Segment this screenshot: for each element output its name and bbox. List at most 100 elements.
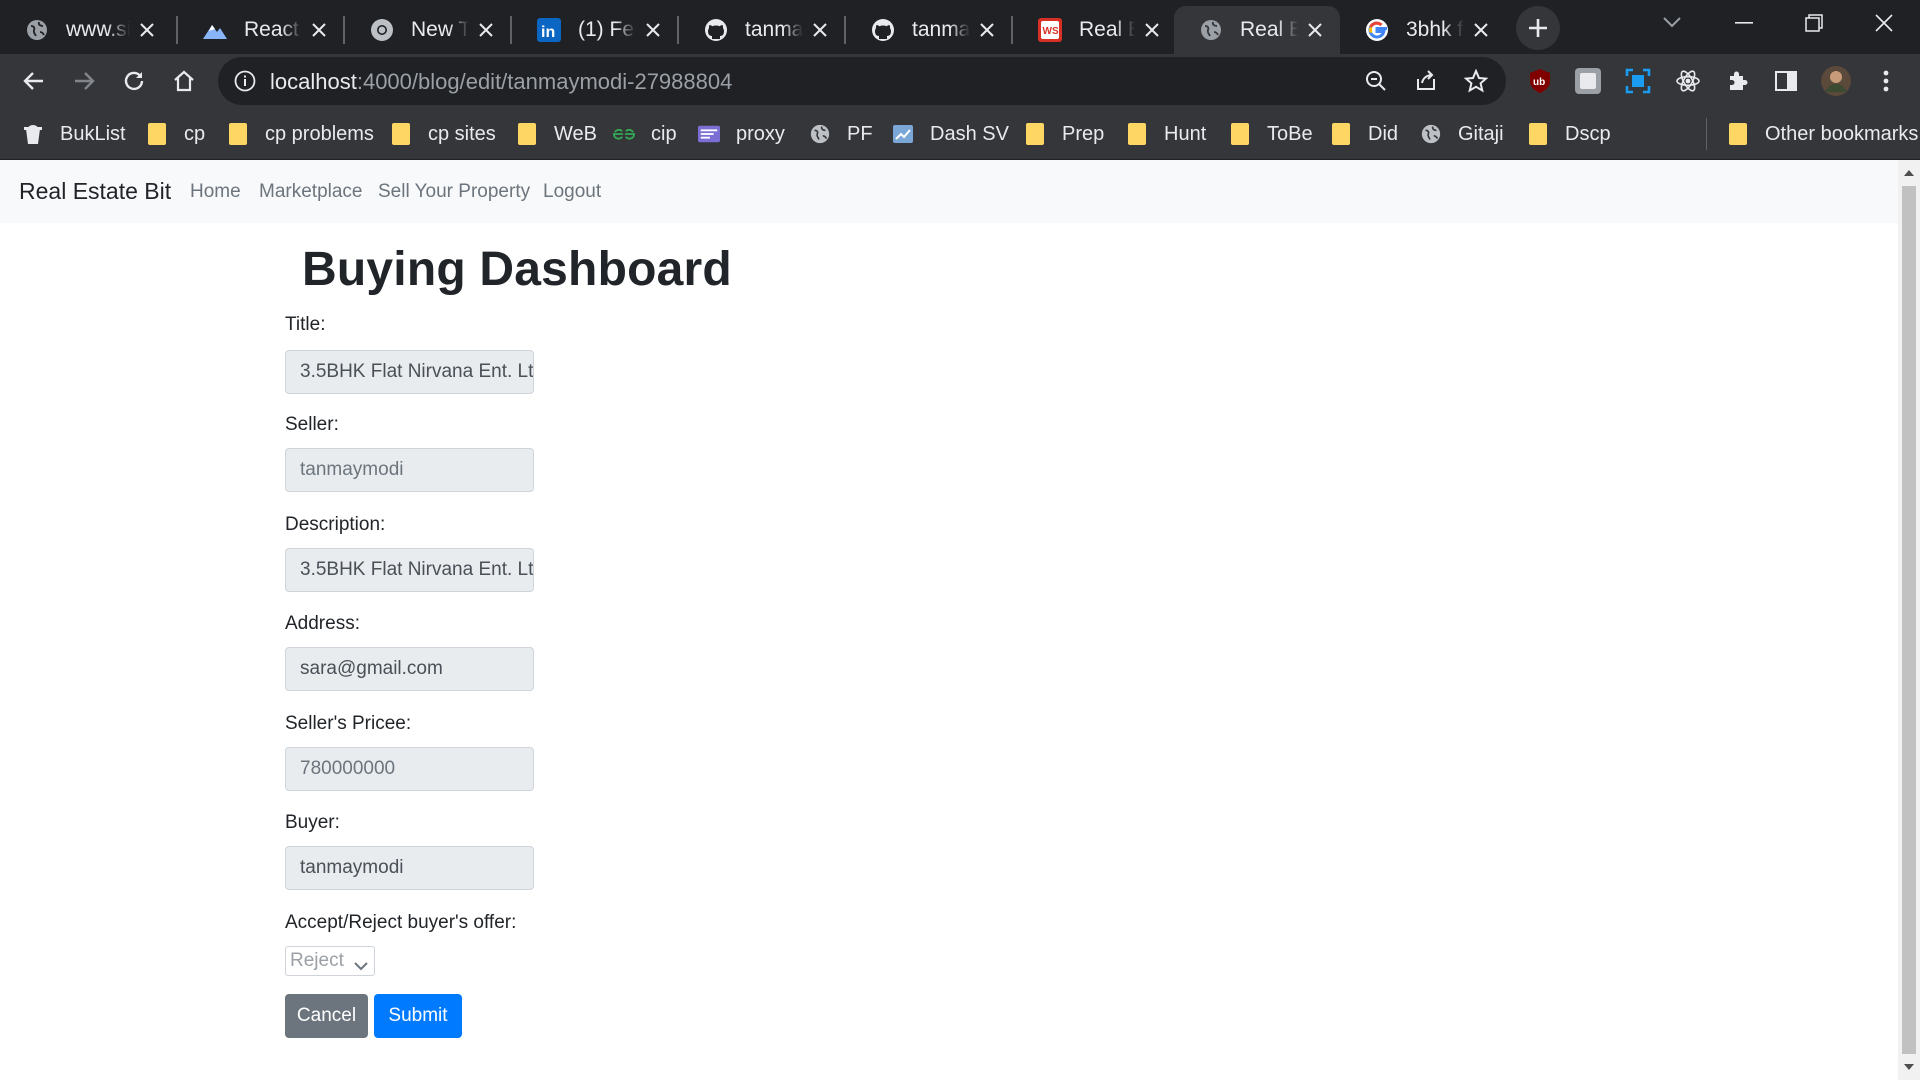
bookmark-folder[interactable]: ToBe	[1229, 118, 1313, 150]
profile-button[interactable]	[1816, 61, 1856, 101]
bookmark-label: cp problems	[265, 122, 374, 145]
address-label: Address:	[285, 613, 360, 634]
browser-tab[interactable]: WS Real Est	[1013, 6, 1177, 54]
browser-tab-active[interactable]: Real Est	[1174, 6, 1340, 54]
back-button[interactable]	[14, 61, 54, 101]
bookmark-label: Did	[1368, 122, 1399, 145]
close-icon[interactable]	[809, 19, 831, 41]
close-icon[interactable]	[136, 19, 158, 41]
react-devtools-button[interactable]	[1668, 61, 1708, 101]
browser-tab[interactable]: New Tab	[345, 6, 511, 54]
title-field[interactable]: 3.5BHK Flat Nirvana Ent. Ltd	[285, 350, 534, 394]
bookmark-label: Dscp	[1565, 122, 1611, 145]
bookmark-item[interactable]: BukList	[22, 118, 126, 150]
close-window-button[interactable]	[1848, 0, 1920, 46]
star-icon[interactable]	[1456, 61, 1496, 101]
bookmark-label: Other bookmarks	[1765, 122, 1919, 145]
bookmark-folder[interactable]: WeB	[516, 118, 597, 150]
seller-field[interactable]: tanmaymodi	[285, 448, 534, 492]
side-panel-button[interactable]	[1766, 61, 1806, 101]
restore-button[interactable]	[1778, 0, 1850, 46]
bookmark-folder[interactable]: Dscp	[1527, 118, 1611, 150]
tab-title: Real Est	[1079, 18, 1135, 41]
nav-link-home[interactable]: Home	[190, 181, 241, 203]
minimize-button[interactable]	[1708, 0, 1780, 46]
close-icon[interactable]	[1141, 19, 1163, 41]
buyer-field[interactable]: tanmaymodi	[285, 846, 534, 890]
scroll-up-icon[interactable]	[1904, 170, 1914, 176]
zoom-icon[interactable]	[1356, 61, 1396, 101]
bookmark-label: Dash SV	[930, 122, 1009, 145]
github-icon	[703, 17, 729, 43]
bookmark-folder[interactable]: Hunt	[1126, 118, 1206, 150]
globe-icon	[1420, 123, 1442, 145]
bookmark-folder[interactable]: Prep	[1024, 118, 1104, 150]
scroll-down-icon[interactable]	[1904, 1064, 1914, 1070]
folder-icon	[227, 123, 249, 145]
bookmark-item[interactable]: cip	[613, 118, 677, 150]
globe-icon	[809, 123, 831, 145]
reload-button[interactable]	[114, 61, 154, 101]
cancel-button[interactable]: Cancel	[285, 994, 368, 1038]
bookmark-label: WeB	[554, 122, 597, 145]
info-icon[interactable]	[234, 70, 256, 97]
bookmark-item[interactable]: Dash SV	[892, 118, 1009, 150]
bookmark-label: proxy	[736, 122, 785, 145]
mountain-icon	[202, 17, 228, 43]
scrollbar-thumb[interactable]	[1902, 186, 1916, 1054]
browser-tab[interactable]: 3bhk fla	[1340, 6, 1506, 54]
tab-title: www.sim	[66, 18, 130, 41]
bookmark-item[interactable]: proxy	[698, 118, 785, 150]
share-icon[interactable]	[1406, 61, 1446, 101]
url-host: localhost	[270, 69, 357, 94]
gfg-icon	[613, 123, 635, 145]
tab-search-button[interactable]	[1636, 0, 1708, 46]
close-icon[interactable]	[475, 19, 497, 41]
new-tab-button[interactable]	[1516, 6, 1560, 50]
bookmark-folder[interactable]: cp	[146, 118, 205, 150]
bookmark-label: cp sites	[428, 122, 496, 145]
bookmark-folder[interactable]: cp sites	[390, 118, 496, 150]
browser-tab[interactable]: tanmayn	[679, 6, 845, 54]
browser-tab[interactable]: React In	[178, 6, 344, 54]
submit-button[interactable]: Submit	[374, 994, 462, 1038]
tab-title: Real Est	[1240, 18, 1298, 41]
github-icon	[870, 17, 896, 43]
extension-button[interactable]	[1568, 61, 1608, 101]
screenshot-extension-button[interactable]	[1618, 61, 1658, 101]
react-icon	[1676, 70, 1700, 92]
close-icon[interactable]	[642, 19, 664, 41]
browser-tab[interactable]: tanmayn	[846, 6, 1012, 54]
site-brand[interactable]: Real Estate Bit	[19, 178, 171, 205]
bookmark-folder[interactable]: Did	[1330, 118, 1398, 150]
nav-link-marketplace[interactable]: Marketplace	[259, 181, 363, 203]
bookmark-item[interactable]: Gitaji	[1420, 118, 1504, 150]
close-icon[interactable]	[1470, 19, 1492, 41]
minimize-icon	[1735, 22, 1753, 24]
title-label: Title:	[285, 314, 326, 335]
vertical-scrollbar[interactable]	[1898, 160, 1920, 1080]
menu-button[interactable]	[1866, 61, 1906, 101]
close-icon[interactable]	[1304, 19, 1326, 41]
forward-button[interactable]	[64, 61, 104, 101]
nav-link-logout[interactable]: Logout	[543, 181, 601, 203]
address-field[interactable]: sara@gmail.com	[285, 647, 534, 691]
browser-tab[interactable]: in (1) Feed	[512, 6, 678, 54]
arrow-right-icon	[75, 72, 95, 90]
bookmark-item[interactable]: PF	[809, 118, 873, 150]
decision-select[interactable]: Reject	[285, 946, 375, 976]
close-icon[interactable]	[976, 19, 998, 41]
browser-tab[interactable]: www.sim	[0, 6, 172, 54]
extensions-button[interactable]	[1718, 61, 1758, 101]
tab-title: (1) Feed	[578, 18, 636, 41]
page-title: Buying Dashboard	[302, 243, 732, 296]
address-bar[interactable]: localhost:4000/blog/edit/tanmaymodi-2798…	[218, 57, 1506, 105]
bookmark-folder[interactable]: cp problems	[227, 118, 374, 150]
other-bookmarks[interactable]: Other bookmarks	[1727, 118, 1918, 150]
nav-link-sell-property[interactable]: Sell Your Property	[378, 181, 530, 203]
description-field[interactable]: 3.5BHK Flat Nirvana Ent. Ltd	[285, 548, 534, 592]
close-icon[interactable]	[308, 19, 330, 41]
ublock-extension-button[interactable]: ub	[1520, 61, 1560, 101]
home-button[interactable]	[164, 61, 204, 101]
price-field[interactable]: 780000000	[285, 747, 534, 791]
